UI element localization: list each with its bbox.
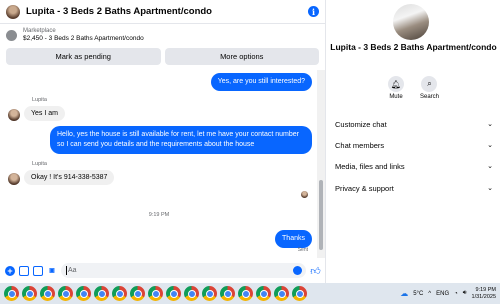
message-incoming[interactable]: Okay ! It's 914-338-5387: [24, 170, 115, 185]
mute-label: Mute: [389, 94, 403, 100]
details-actions: 🔔︎ Mute ⌕ Search: [327, 76, 500, 100]
avatar[interactable]: [8, 173, 20, 185]
chevron-down-icon: ⌄: [487, 163, 493, 170]
details-title: Lupita - 3 Beds 2 Baths Apartment/condo: [330, 42, 497, 52]
temperature[interactable]: 5°C: [413, 291, 423, 297]
chat-header: Lupita - 3 Beds 2 Baths Apartment/condo …: [0, 0, 325, 24]
chrome-icon[interactable]: [94, 286, 109, 301]
section-label: Customize chat: [335, 119, 387, 129]
speaker-icon[interactable]: 🔊︎: [463, 290, 467, 297]
gif-icon[interactable]: ▣: [47, 266, 57, 276]
message-status: Sent: [297, 247, 308, 253]
system-tray: ☁︎ 5°C ^ ENG ◔ 🔊︎ 9:19 PM 1/31/2025: [400, 283, 496, 304]
mute-button[interactable]: 🔔︎ Mute: [387, 76, 404, 100]
search-icon[interactable]: ⌕: [421, 76, 438, 92]
chevron-down-icon: ⌄: [487, 142, 493, 149]
chrome-icon[interactable]: [130, 286, 145, 301]
more-options-button[interactable]: More options: [164, 48, 319, 65]
chevron-down-icon: ⌄: [487, 185, 493, 192]
weather-icon[interactable]: ☁︎: [400, 289, 408, 298]
bell-icon[interactable]: 🔔︎: [387, 76, 404, 92]
chrome-icon[interactable]: [22, 286, 37, 301]
section-label: Privacy & support: [335, 183, 394, 193]
sticker-icon[interactable]: [33, 265, 43, 276]
sender-name: Lupita: [32, 161, 47, 167]
search-label: Search: [419, 94, 439, 100]
composer: + ▣ Aa 👍︎: [0, 260, 326, 281]
chrome-icon[interactable]: [40, 286, 55, 301]
section-privacy-support[interactable]: Privacy & support ⌄: [335, 178, 493, 198]
chrome-icon[interactable]: [184, 286, 199, 301]
plus-icon[interactable]: +: [5, 265, 15, 276]
text-caret: [66, 266, 67, 275]
clock-time: 9:19 PM: [475, 286, 496, 293]
chrome-icon[interactable]: [4, 286, 19, 301]
listing-photo[interactable]: [393, 4, 429, 40]
chevron-up-icon[interactable]: ^: [428, 291, 431, 297]
marketplace-bar[interactable]: Marketplace $2,450 - 3 Beds 2 Baths Apar…: [0, 24, 325, 46]
scrollbar[interactable]: [317, 70, 325, 258]
clock[interactable]: 9:19 PM 1/31/2025: [472, 287, 496, 300]
listing-actions: Mark as pending More options: [0, 46, 325, 65]
message-list: Yes, are you still interested? Lupita Ye…: [0, 70, 318, 258]
timestamp: 9:19 PM: [148, 212, 170, 218]
taskbar-apps: [4, 286, 307, 301]
message-incoming[interactable]: Yes I am: [24, 106, 65, 121]
image-icon[interactable]: [19, 265, 29, 276]
message-outgoing[interactable]: Thanks: [275, 230, 312, 248]
clock-date: 1/31/2025: [471, 293, 496, 300]
chrome-icon[interactable]: [292, 286, 307, 301]
section-chat-members[interactable]: Chat members ⌄: [335, 135, 493, 155]
chat-pane: Lupita - 3 Beds 2 Baths Apartment/condo …: [0, 0, 326, 283]
mark-as-pending-button[interactable]: Mark as pending: [6, 48, 161, 65]
chat-title[interactable]: Lupita - 3 Beds 2 Baths Apartment/condo: [26, 6, 308, 17]
chevron-down-icon: ⌄: [487, 121, 493, 128]
message-input-placeholder: Aa: [68, 267, 77, 274]
chrome-icon[interactable]: [256, 286, 271, 301]
taskbar: ☁︎ 5°C ^ ENG ◔ 🔊︎ 9:19 PM 1/31/2025: [0, 283, 500, 304]
sender-name: Lupita: [32, 97, 47, 103]
chrome-icon[interactable]: [166, 286, 181, 301]
section-label: Chat members: [335, 140, 385, 150]
details-pane: Lupita - 3 Beds 2 Baths Apartment/condo …: [327, 0, 500, 283]
chrome-icon[interactable]: [112, 286, 127, 301]
section-label: Media, files and links: [335, 161, 405, 171]
marketplace-label: Marketplace: [23, 28, 56, 35]
chrome-icon[interactable]: [148, 286, 163, 301]
chrome-icon[interactable]: [274, 286, 289, 301]
scroll-thumb[interactable]: [319, 180, 323, 250]
seen-avatar: [301, 191, 308, 198]
avatar[interactable]: [8, 109, 20, 121]
chrome-icon[interactable]: [238, 286, 253, 301]
message-outgoing[interactable]: Hello, yes the house is still available …: [50, 126, 312, 154]
section-media-files-links[interactable]: Media, files and links ⌄: [335, 156, 493, 176]
chrome-icon[interactable]: [202, 286, 217, 301]
listing-thumbnail: [6, 29, 17, 41]
chrome-icon[interactable]: [58, 286, 73, 301]
language-indicator[interactable]: ENG: [436, 291, 449, 297]
chrome-icon[interactable]: [220, 286, 235, 301]
message-input[interactable]: Aa: [61, 263, 306, 278]
chrome-icon[interactable]: [76, 286, 91, 301]
thumbs-up-icon[interactable]: 👍︎: [310, 265, 321, 277]
search-button[interactable]: ⌕ Search: [420, 76, 439, 100]
section-customize-chat[interactable]: Customize chat ⌄: [335, 114, 493, 134]
listing-title: $2,450 - 3 Beds 2 Baths Apartment/condo: [23, 34, 144, 42]
message-outgoing[interactable]: Yes, are you still interested?: [210, 73, 312, 91]
info-icon[interactable]: i: [308, 6, 319, 17]
wifi-icon[interactable]: ◔: [454, 291, 458, 297]
avatar[interactable]: [6, 4, 20, 19]
emoji-icon[interactable]: [293, 266, 302, 275]
